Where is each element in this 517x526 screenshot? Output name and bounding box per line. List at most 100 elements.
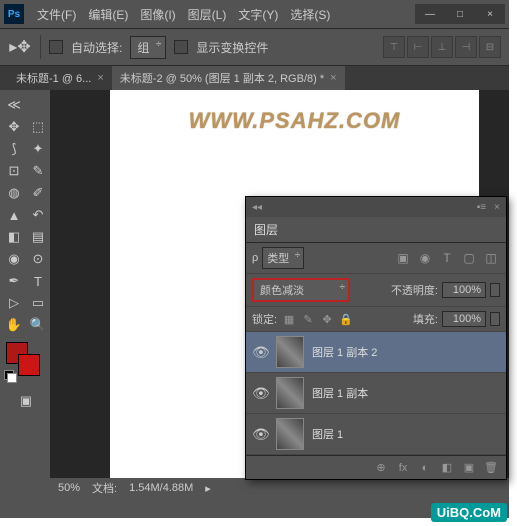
delete-icon[interactable]: 🗑 (482, 460, 500, 476)
align-center-button[interactable]: ⊟ (479, 36, 501, 58)
layer-thumbnail[interactable] (276, 418, 304, 450)
panel-close-icon[interactable]: × (494, 202, 500, 213)
hand-tool[interactable]: ✋ (2, 314, 26, 336)
align-middle-button[interactable]: ⊢ (407, 36, 429, 58)
doc-size: 1.54M/4.88M (129, 482, 193, 494)
align-bottom-button[interactable]: ⊥ (431, 36, 453, 58)
menu-text[interactable]: 文字(Y) (233, 4, 283, 25)
titlebar: Ps 文件(F) 编辑(E) 图像(I) 图层(L) 文字(Y) 选择(S) —… (0, 0, 509, 28)
filter-adjust-icon[interactable]: ◉ (416, 250, 434, 266)
collapse-icon[interactable]: ≪ (2, 94, 26, 116)
default-colors-icon[interactable] (4, 370, 16, 382)
watermark-sub: UiBQ.CoM (431, 503, 507, 522)
fill-value[interactable]: 100% (442, 311, 486, 327)
panel-menu-icon[interactable]: ▪≡ (477, 202, 486, 213)
stamp-tool[interactable]: ▲ (2, 204, 26, 226)
crop-tool[interactable]: ⊡ (2, 160, 26, 182)
menu-file[interactable]: 文件(F) (32, 4, 81, 25)
zoom-tool[interactable]: 🔍 (26, 314, 50, 336)
path-tool[interactable]: ▷ (2, 292, 26, 314)
lock-all-icon[interactable]: 🔒 (338, 312, 354, 326)
menu-select[interactable]: 选择(S) (285, 4, 335, 25)
align-left-button[interactable]: ⊣ (455, 36, 477, 58)
brush-tool[interactable]: ✐ (26, 182, 50, 204)
dodge-tool[interactable]: ⊙ (26, 248, 50, 270)
filter-smart-icon[interactable]: ◫ (482, 250, 500, 266)
healing-tool[interactable]: ◍ (2, 182, 26, 204)
auto-select-dropdown[interactable]: 组 (130, 36, 166, 59)
fill-slider-icon[interactable] (490, 312, 500, 326)
history-brush-tool[interactable]: ↶ (26, 204, 50, 226)
layer-thumbnail[interactable] (276, 336, 304, 368)
link-icon[interactable]: ⊕ (372, 460, 390, 476)
filter-type-dropdown[interactable]: 类型 (262, 247, 304, 269)
opacity-value[interactable]: 100% (442, 282, 486, 298)
lasso-tool[interactable]: ⟆ (2, 138, 26, 160)
eyedropper-tool[interactable]: ✎ (26, 160, 50, 182)
fx-icon[interactable]: fx (394, 460, 412, 476)
filter-shape-icon[interactable]: ▢ (460, 250, 478, 266)
layer-name[interactable]: 图层 1 副本 (312, 385, 368, 401)
tab-label: 未标题-1 @ 6... (16, 70, 91, 86)
layer-row[interactable]: 👁 图层 1 副本 2 (246, 332, 506, 373)
document-tab-1[interactable]: 未标题-1 @ 6... × (8, 66, 112, 90)
opacity-slider-icon[interactable] (490, 283, 500, 297)
document-tab-2[interactable]: 未标题-2 @ 50% (图层 1 副本 2, RGB/8) * × (112, 66, 345, 90)
show-transform-checkbox[interactable] (174, 40, 188, 54)
mask-icon[interactable]: ◐ (416, 460, 434, 476)
maximize-button[interactable]: □ (445, 4, 475, 24)
auto-select-checkbox[interactable] (49, 40, 63, 54)
tab-close-icon[interactable]: × (330, 72, 336, 84)
layers-tab[interactable]: 图层 (246, 217, 506, 243)
visibility-icon[interactable]: 👁 (252, 344, 268, 361)
zoom-status[interactable]: 50% (58, 482, 80, 494)
align-top-button[interactable]: ⊤ (383, 36, 405, 58)
pen-tool[interactable]: ✒ (2, 270, 26, 292)
layers-panel: ◂◂ ▪≡ × 图层 ρ 类型 ▣ ◉ T ▢ ◫ 颜色减淡 不透明度: 100… (245, 196, 507, 480)
visibility-icon[interactable]: 👁 (252, 426, 268, 443)
lock-transparent-icon[interactable]: ▦ (281, 312, 297, 326)
blur-tool[interactable]: ◉ (2, 248, 26, 270)
lock-label: 锁定: (252, 311, 277, 327)
close-button[interactable]: × (475, 4, 505, 24)
marquee-tool[interactable]: ⬚ (26, 116, 50, 138)
minimize-button[interactable]: — (415, 4, 445, 24)
menu-edit[interactable]: 编辑(E) (83, 4, 133, 25)
new-layer-icon[interactable]: ▣ (460, 460, 478, 476)
color-swatches[interactable] (2, 336, 50, 384)
lock-position-icon[interactable]: ✥ (319, 312, 335, 326)
quickmask-tool[interactable]: ▣ (14, 390, 38, 412)
tab-close-icon[interactable]: × (97, 72, 103, 84)
fill-label: 填充: (413, 311, 438, 327)
shape-tool[interactable]: ▭ (26, 292, 50, 314)
visibility-icon[interactable]: 👁 (252, 385, 268, 402)
filter-pixel-icon[interactable]: ▣ (394, 250, 412, 266)
gradient-tool[interactable]: ▤ (26, 226, 50, 248)
filter-text-icon[interactable]: T (438, 250, 456, 266)
doc-label: 文档: (92, 480, 117, 496)
show-transform-label: 显示变换控件 (196, 39, 268, 56)
opacity-label: 不透明度: (391, 282, 438, 298)
ps-logo: Ps (4, 4, 24, 24)
statusbar-arrow-icon[interactable]: ▸ (205, 482, 211, 495)
background-color[interactable] (18, 354, 40, 376)
move-tool-icon: ▸✥ (8, 36, 32, 58)
menu-image[interactable]: 图像(I) (135, 4, 180, 25)
wand-tool[interactable]: ✦ (26, 138, 50, 160)
layer-list: 👁 图层 1 副本 2 👁 图层 1 副本 👁 图层 1 (246, 332, 506, 455)
move-tool[interactable]: ✥ (2, 116, 26, 138)
layer-name[interactable]: 图层 1 副本 2 (312, 344, 377, 360)
adjustment-icon[interactable]: ◧ (438, 460, 456, 476)
watermark-main: WWW.PSAHZ.COM (189, 108, 401, 134)
panel-collapse-icon[interactable]: ◂◂ (252, 202, 262, 213)
layer-row[interactable]: 👁 图层 1 副本 (246, 373, 506, 414)
blend-mode-dropdown[interactable]: 颜色减淡 (252, 278, 350, 302)
layer-thumbnail[interactable] (276, 377, 304, 409)
filter-search-icon[interactable]: ρ (252, 252, 258, 264)
layer-row[interactable]: 👁 图层 1 (246, 414, 506, 455)
eraser-tool[interactable]: ◧ (2, 226, 26, 248)
menu-layer[interactable]: 图层(L) (183, 4, 232, 25)
type-tool[interactable]: T (26, 270, 50, 292)
layer-name[interactable]: 图层 1 (312, 426, 343, 442)
lock-paint-icon[interactable]: ✎ (300, 312, 316, 326)
